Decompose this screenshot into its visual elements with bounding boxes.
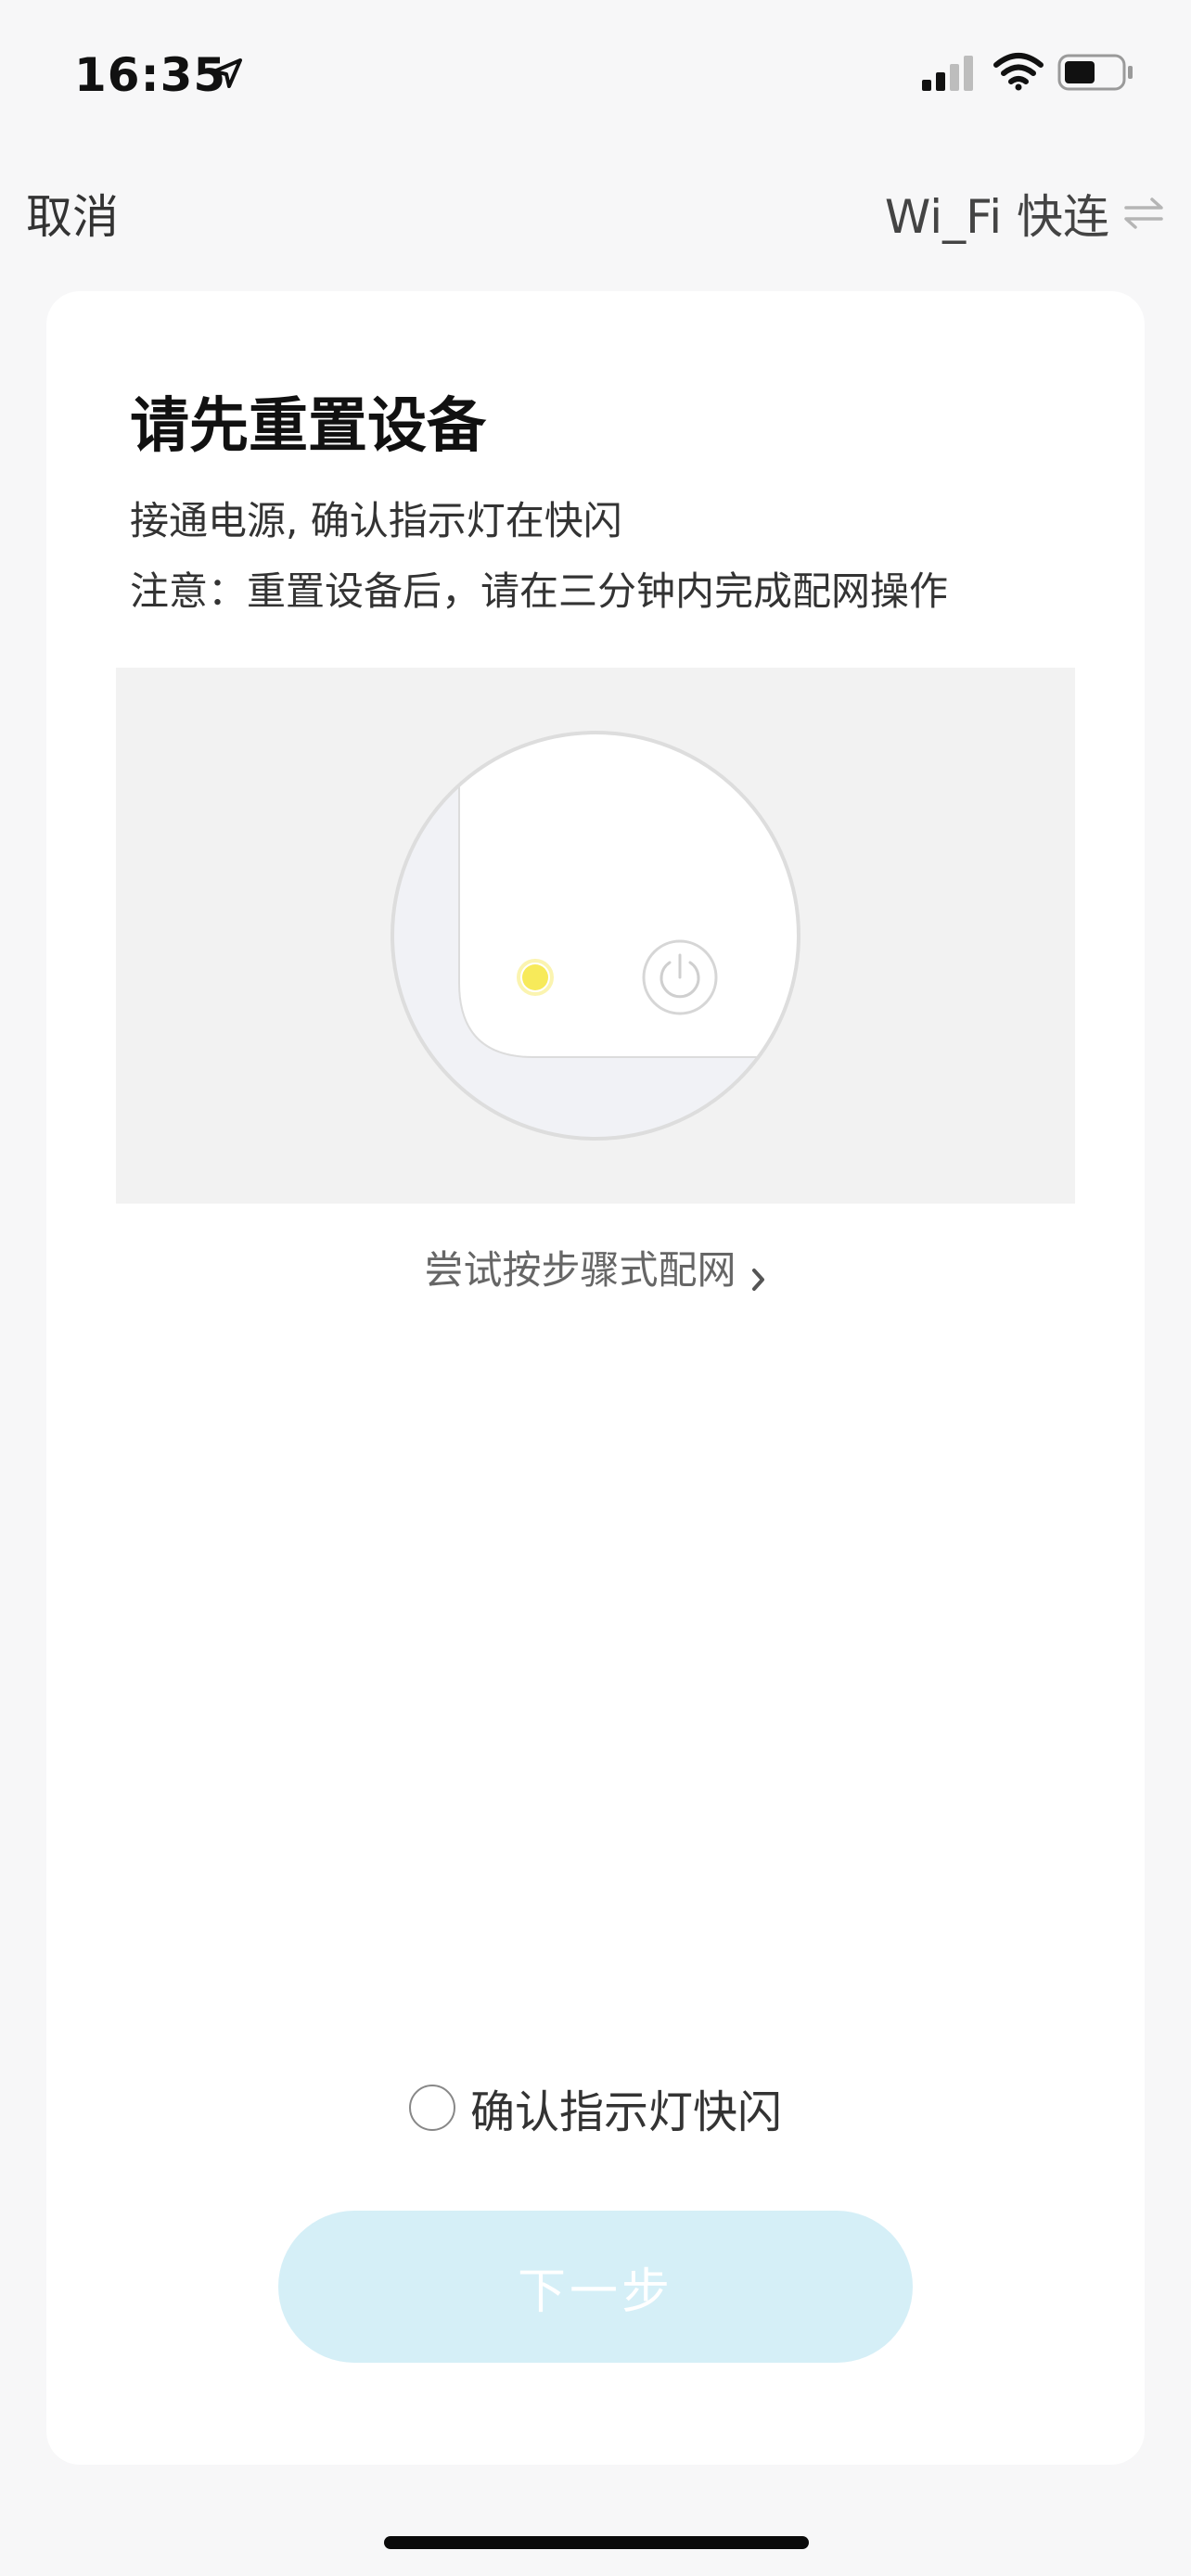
instruction-text: 接通电源, 确认指示灯在快闪 <box>130 498 622 543</box>
status-bar: 16:35 <box>0 0 1191 148</box>
nav-bar: 取消 Wi_Fi 快连 <box>0 167 1191 260</box>
step-link-label: 尝试按步骤式配网 <box>424 1247 736 1293</box>
reset-device-card: 请先重置设备 接通电源, 确认指示灯在快闪 注意：重置设备后，请在三分钟内完成配… <box>46 291 1145 2465</box>
swap-arrows-icon <box>1124 198 1163 229</box>
next-step-button[interactable]: 下一步 <box>278 2211 913 2363</box>
location-arrow-icon <box>212 58 242 88</box>
confirm-radio[interactable] <box>408 2085 455 2131</box>
indicator-light-icon <box>517 959 554 996</box>
mode-label: Wi_Fi 快连 <box>884 190 1109 244</box>
next-step-label: 下一步 <box>517 2264 673 2320</box>
wifi-icon <box>993 53 1044 91</box>
cellular-signal-icon <box>922 56 973 91</box>
device-corner-illustration <box>391 731 800 1141</box>
warning-text: 注意：重置设备后，请在三分钟内完成配网操作 <box>130 568 949 614</box>
home-indicator <box>384 2536 809 2549</box>
page-title: 请先重置设备 <box>130 392 486 461</box>
device-illustration <box>116 668 1075 1204</box>
confirm-label[interactable]: 确认指示灯快闪 <box>470 2075 782 2140</box>
step-by-step-pairing-link[interactable]: 尝试按步骤式配网 <box>46 1239 1145 1295</box>
wifi-quick-connect-toggle[interactable]: Wi_Fi 快连 <box>885 180 1165 247</box>
status-time: 16:35 <box>74 48 227 102</box>
cancel-button[interactable]: 取消 <box>26 180 119 247</box>
battery-icon <box>1057 54 1133 91</box>
chevron-right-icon <box>751 1268 764 1291</box>
confirm-indicator-row: 确认指示灯快闪 <box>46 2075 1145 2140</box>
power-button-icon <box>642 939 718 1015</box>
